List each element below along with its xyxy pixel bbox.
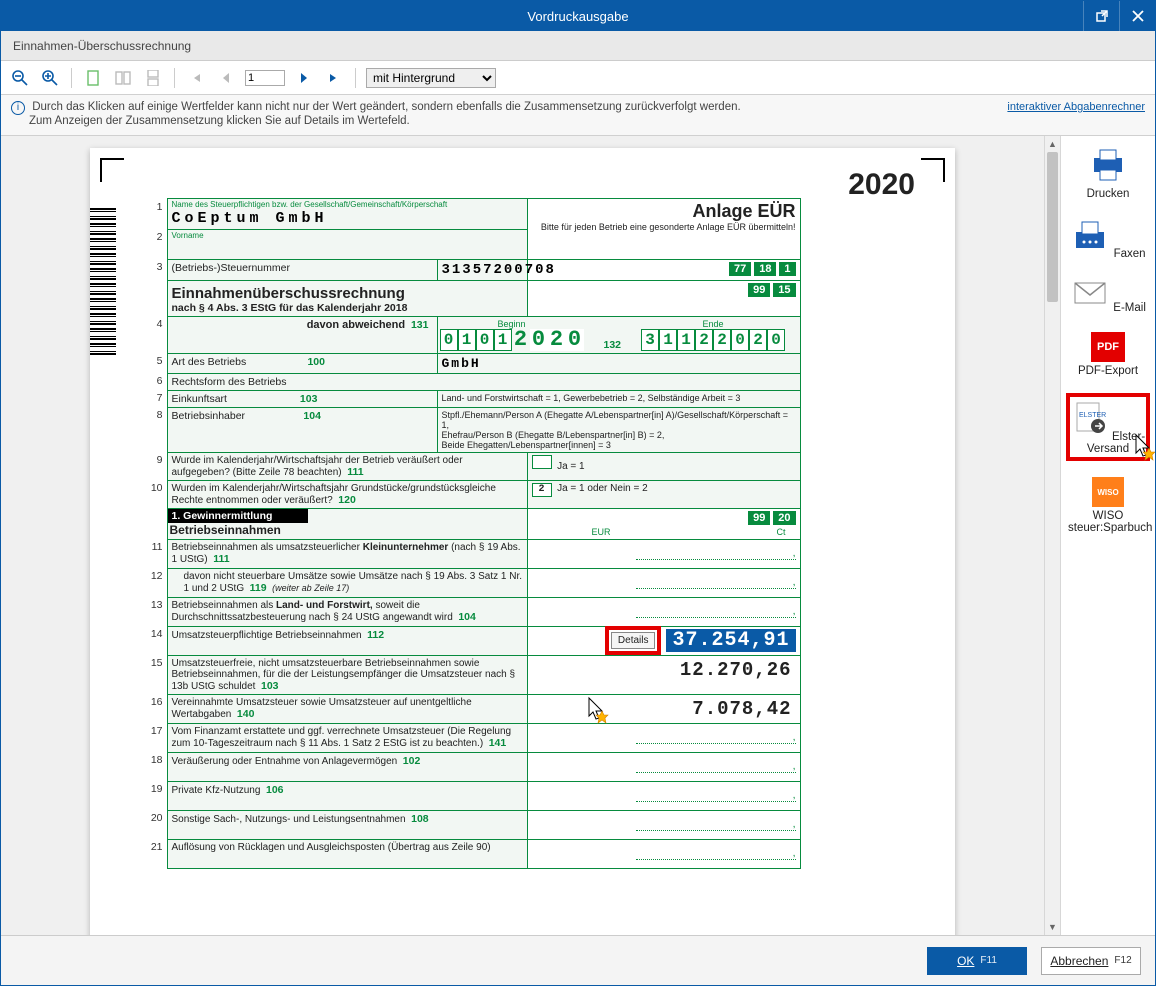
side-panel: Drucken Faxen E-Mail PDF PDF-Export ELST… <box>1060 136 1155 935</box>
row-text: Auflösung von Rücklagen und Ausgleichspo… <box>172 842 491 853</box>
barcode <box>90 208 116 438</box>
gewinn-head: 1. Gewinnermittlung <box>168 509 308 523</box>
steuer-label: (Betriebs-)Steuernummer <box>172 262 290 274</box>
amount-value[interactable]: 37.254,91 <box>666 629 795 652</box>
footer: OKF11 AbbrechenF12 <box>1 935 1155 985</box>
kz-box: 20 <box>773 511 795 525</box>
subtitle-bar: Einnahmen-Überschussrechnung <box>1 31 1155 61</box>
row8-note: Stpfl./Ehemann/Person A (Ehegatte A/Lebe… <box>437 407 800 452</box>
window-title: Vordruckausgabe <box>527 9 628 24</box>
info-icon: i <box>11 101 25 115</box>
kz-box: 99 <box>748 511 770 525</box>
row10-value[interactable]: 2 <box>532 483 552 497</box>
zoom-in-icon[interactable] <box>39 67 61 89</box>
cancel-button[interactable]: AbbrechenF12 <box>1041 947 1141 975</box>
wiso-button[interactable]: WISO WISO steuer:Sparbuch <box>1068 477 1148 534</box>
kz: 108 <box>411 813 429 825</box>
section-title: Einnahmenüberschussrechnung <box>172 285 523 302</box>
row5-value[interactable]: GmbH <box>442 356 481 371</box>
elster-versand-button[interactable]: ELSTER Elster-Versand <box>1068 395 1148 459</box>
section-sub: nach § 4 Abs. 3 EStG für das Kalenderjah… <box>172 302 523 314</box>
subtitle-text: Einnahmen-Überschussrechnung <box>13 39 191 53</box>
davon-label: davon abweichend <box>307 319 405 331</box>
info-line1: Durch das Klicken auf einige Wertfelder … <box>32 101 740 113</box>
close-icon[interactable] <box>1119 1 1155 31</box>
betriebs-head: Betriebseinnahmen <box>168 523 527 537</box>
row-text: Betriebseinnahmen als Land- und Forstwir… <box>172 600 453 623</box>
next-page-icon[interactable] <box>293 67 315 89</box>
prev-page-icon[interactable] <box>215 67 237 89</box>
link-abgabenrechner[interactable]: interaktiver Abgabenrechner <box>1007 101 1145 113</box>
kz: 141 <box>489 737 507 749</box>
first-page-icon[interactable] <box>185 67 207 89</box>
date-begin[interactable]: 0101 2020 <box>440 329 584 351</box>
row9-note: Ja = 1 <box>557 461 585 472</box>
row9-label: Wurde im Kalenderjahr/Wirtschaftsjahr de… <box>172 455 463 478</box>
kz: 102 <box>403 755 421 767</box>
ok-button[interactable]: OKF11 <box>927 947 1027 975</box>
anlage-note: Bitte für jeden Betrieb eine gesonderte … <box>532 222 796 232</box>
kz-box: 1 <box>779 262 795 276</box>
kz: 112 <box>367 629 384 641</box>
row7-label: Einkunftsart <box>172 393 227 405</box>
vertical-scrollbar[interactable]: ▲ ▼ <box>1044 136 1060 935</box>
background-select[interactable]: mit Hintergrund <box>366 68 496 88</box>
amount-value[interactable]: 7.078,42 <box>636 698 796 720</box>
row-text: Vereinnahmte Umsatzsteuer sowie Umsatzst… <box>172 697 472 720</box>
info-line2: Zum Anzeigen der Zusammensetzung klicken… <box>29 115 410 127</box>
page-single-icon[interactable] <box>82 67 104 89</box>
row-text: Private Kfz-Nutzung <box>172 785 261 796</box>
row-text: Vom Finanzamt erstattete und ggf. verrec… <box>172 726 512 749</box>
kz-box: 15 <box>773 283 795 297</box>
page-number-input[interactable] <box>245 70 285 86</box>
row-text: Sonstige Sach-, Nutzungs- und Leistungse… <box>172 814 406 825</box>
row-text: Umsatzsteuerpflichtige Betriebseinnahmen <box>172 630 362 641</box>
toolbar: mit Hintergrund <box>1 61 1155 95</box>
anlage-title: Anlage EÜR <box>532 201 796 222</box>
preview-area[interactable]: 2020 1 Name des Steuerpflichtigen bzw. d… <box>1 136 1044 935</box>
row7-note: Land- und Forstwirtschaft = 1, Gewerbebe… <box>437 390 800 407</box>
kz131: 131 <box>411 319 429 331</box>
kz: 104 <box>458 611 476 623</box>
fax-button[interactable]: Faxen <box>1068 218 1148 260</box>
steuer-value[interactable]: 31357200708 <box>442 262 556 278</box>
page-multi-icon[interactable] <box>112 67 134 89</box>
print-button[interactable]: Drucken <box>1068 146 1148 200</box>
pdf-export-button[interactable]: PDF PDF-Export <box>1068 332 1148 377</box>
kz-box: 18 <box>754 262 776 276</box>
row10-label: Wurden im Kalenderjahr/Wirtschaftsjahr G… <box>172 483 496 506</box>
kz-box: 99 <box>748 283 770 297</box>
name-value[interactable]: CoEptum GmbH <box>172 210 328 227</box>
zoom-out-icon[interactable] <box>9 67 31 89</box>
row10-note: Ja = 1 oder Nein = 2 <box>557 483 648 494</box>
info-bar: i Durch das Klicken auf einige Wertfelde… <box>1 95 1155 136</box>
last-page-icon[interactable] <box>323 67 345 89</box>
popout-icon[interactable] <box>1083 1 1119 31</box>
page-continuous-icon[interactable] <box>142 67 164 89</box>
email-button[interactable]: E-Mail <box>1068 278 1148 314</box>
row-text: davon nicht steuerbare Umsätze sowie Ums… <box>184 571 523 594</box>
kz: 106 <box>266 784 284 796</box>
vorname-label: Vorname <box>172 232 523 241</box>
row6-label: Rechtsform des Betriebs <box>172 376 287 388</box>
kz132: 132 <box>604 339 622 351</box>
row8-label: Betriebsinhaber <box>172 410 246 422</box>
svg-text:ELSTER: ELSTER <box>1079 412 1106 419</box>
kz: 111 <box>213 553 229 565</box>
form-page: 2020 1 Name des Steuerpflichtigen bzw. d… <box>90 148 955 935</box>
ende-label: Ende <box>641 319 785 329</box>
kz: 119 <box>250 582 267 594</box>
row-text: Umsatzsteuerfreie, nicht umsatzsteuerbar… <box>172 658 516 692</box>
row5-label: Art des Betriebs <box>172 356 247 368</box>
titlebar: Vordruckausgabe <box>1 1 1155 31</box>
name-label: Name des Steuerpflichtigen bzw. der Gese… <box>172 201 523 210</box>
kz-box: 77 <box>729 262 751 276</box>
date-end[interactable]: 3112 2020 <box>641 329 785 351</box>
amount-value[interactable]: 12.270,26 <box>636 659 796 681</box>
year-label: 2020 <box>848 168 915 202</box>
row-text: Veräußerung oder Entnahme von Anlageverm… <box>172 756 398 767</box>
details-button[interactable]: Details <box>611 632 656 649</box>
kz: 103 <box>261 680 279 692</box>
kz: 140 <box>237 708 255 720</box>
